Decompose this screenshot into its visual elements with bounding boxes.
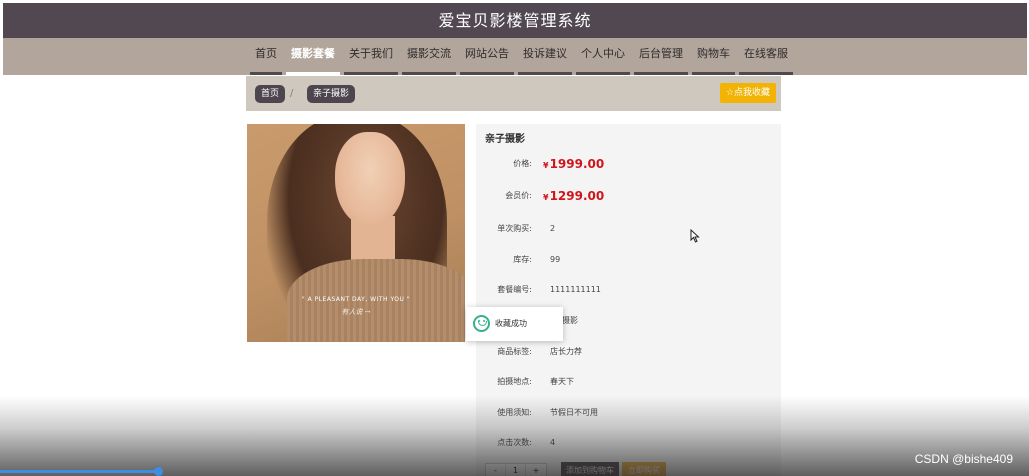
- add-to-cart-button[interactable]: 添加到购物车: [561, 462, 619, 476]
- main-nav: 首页 摄影套餐 关于我们 摄影交流 网站公告 投诉建议 个人中心 后台管理 购物…: [3, 38, 1027, 75]
- breadcrumb-separator: /: [290, 88, 294, 99]
- breadcrumb: 首页 / 亲子摄影 ☆点我收藏: [246, 76, 781, 111]
- breadcrumb-current: 亲子摄影: [307, 85, 356, 103]
- nav-item-personal-center[interactable]: 个人中心: [574, 38, 632, 75]
- detail-row: 单次购买: 2: [497, 224, 556, 233]
- nav-item-announcements[interactable]: 网站公告: [458, 38, 516, 75]
- price-row: 价格: ¥1999.00: [476, 156, 781, 172]
- quantity-stepper: - 1 +: [485, 463, 547, 476]
- buy-now-button[interactable]: 立即购买: [622, 462, 666, 476]
- watermark: CSDN @bishe409: [914, 452, 1013, 466]
- site-title: 爱宝贝影楼管理系统: [438, 11, 592, 30]
- video-progress-bar[interactable]: [0, 470, 160, 473]
- member-price-row: 会员价: ¥1299.00: [476, 188, 781, 204]
- page: 爱宝贝影楼管理系统 首页 摄影套餐 关于我们 摄影交流 网站公告 投诉建议 个人…: [0, 0, 1029, 476]
- favorite-button[interactable]: ☆点我收藏: [719, 83, 776, 103]
- breadcrumb-home[interactable]: 首页: [255, 85, 286, 103]
- price-value: ¥1999.00: [543, 157, 605, 171]
- nav-item-cart[interactable]: 购物车: [690, 38, 737, 75]
- image-caption: " A PLEASANT DAY, WITH YOU ": [301, 296, 411, 303]
- product-image: " A PLEASANT DAY, WITH YOU " 有人说 →: [247, 124, 465, 342]
- member-price-value: ¥1299.00: [543, 189, 605, 203]
- detail-row: 套餐编号: 1111111111: [497, 285, 601, 294]
- toast-text: 收藏成功: [495, 319, 527, 328]
- success-toast: 收藏成功: [466, 307, 563, 341]
- detail-row: 使用须知: 节假日不可用: [497, 408, 598, 417]
- qty-input[interactable]: 1: [506, 464, 526, 476]
- site-header: 爱宝贝影楼管理系统: [3, 3, 1027, 38]
- nav-item-admin[interactable]: 后台管理: [632, 38, 690, 75]
- qty-plus-button[interactable]: +: [526, 464, 546, 476]
- qty-minus-button[interactable]: -: [486, 464, 506, 476]
- product-detail-panel: 亲子摄影 价格: ¥1999.00 会员价: ¥1299.00 单次购买: 2 …: [476, 124, 781, 476]
- detail-row: 库存: 99: [513, 255, 561, 264]
- member-price-label: 会员价:: [505, 191, 532, 200]
- nav-item-complaints[interactable]: 投诉建议: [516, 38, 574, 75]
- nav-item-about[interactable]: 关于我们: [342, 38, 400, 75]
- smile-icon: [473, 315, 490, 332]
- nav-item-photo-exchange[interactable]: 摄影交流: [400, 38, 458, 75]
- detail-row: 点击次数: 4: [497, 438, 556, 447]
- product-name: 亲子摄影: [485, 134, 525, 145]
- video-progress-handle[interactable]: [154, 467, 163, 476]
- price-label: 价格:: [513, 159, 532, 168]
- nav-item-photo-packages[interactable]: 摄影套餐: [284, 38, 342, 75]
- image-signature: 有人说 →: [341, 308, 371, 316]
- detail-row: 商品标签: 店长力荐: [497, 347, 582, 356]
- nav-item-online-service[interactable]: 在线客服: [737, 38, 795, 75]
- detail-row: 拍摄地点: 春天下: [497, 377, 574, 386]
- nav-item-home[interactable]: 首页: [248, 38, 284, 75]
